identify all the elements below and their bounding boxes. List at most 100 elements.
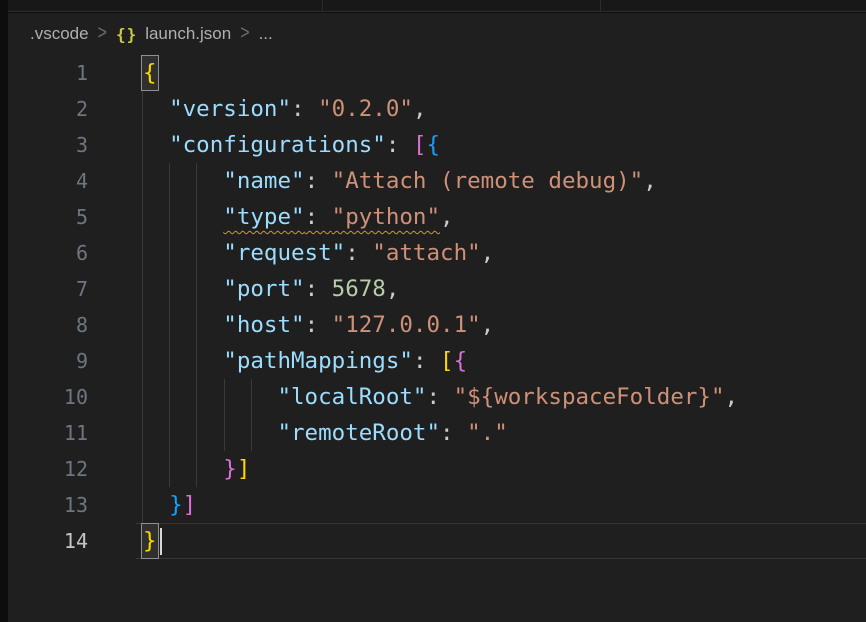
code-token (142, 312, 223, 338)
chevron-right-icon: > (240, 23, 249, 46)
line-number[interactable]: 6 (8, 235, 88, 271)
code-line[interactable]: 10 "localRoot": "${workspaceFolder}", (8, 379, 866, 415)
code-content: } (88, 523, 866, 559)
code-token: : (413, 348, 440, 374)
line-number[interactable]: 4 (8, 163, 88, 199)
line-number[interactable]: 5 (8, 199, 88, 235)
line-number[interactable]: 1 (8, 55, 88, 91)
line-number[interactable]: 14 (8, 523, 88, 559)
code-token: ] (183, 492, 197, 518)
code-token: , (481, 240, 495, 266)
line-number[interactable]: 13 (8, 487, 88, 523)
line-number[interactable]: 7 (8, 271, 88, 307)
code-content: "request": "attach", (88, 235, 866, 271)
code-token: "host" (223, 312, 304, 338)
breadcrumb: .vscode > {} launch.json > ... (8, 13, 866, 55)
code-content: "remoteRoot": "." (88, 415, 866, 451)
code-token: , (413, 96, 427, 122)
code-token (142, 492, 169, 518)
code-line[interactable]: 3 "configurations": [{ (8, 127, 866, 163)
code-token: 5678 (332, 276, 386, 302)
code-content: }] (88, 487, 866, 523)
code-token: "Attach (remote debug)" (332, 168, 644, 194)
code-token: "." (467, 420, 508, 446)
code-line[interactable]: 11 "remoteRoot": "." (8, 415, 866, 451)
code-token: "python" (332, 204, 440, 230)
code-token: { (454, 348, 468, 374)
code-token (142, 240, 223, 266)
breadcrumb-more[interactable]: ... (259, 24, 273, 44)
code-token (142, 348, 223, 374)
code-token: "name" (223, 168, 304, 194)
code-token: : (305, 312, 332, 338)
text-cursor (160, 528, 162, 555)
code-line[interactable]: 8 "host": "127.0.0.1", (8, 307, 866, 343)
code-line[interactable]: 12 }] (8, 451, 866, 487)
code-line[interactable]: 5 "type": "python", (8, 199, 866, 235)
code-token: "version" (169, 96, 291, 122)
tab-separator (322, 0, 323, 11)
breadcrumb-file[interactable]: launch.json (145, 24, 231, 44)
code-token: : (305, 276, 332, 302)
chevron-right-icon: > (98, 23, 107, 46)
code-token: } (223, 456, 237, 482)
code-token: "remoteRoot" (277, 420, 440, 446)
tab-bar (8, 0, 866, 12)
line-number[interactable]: 10 (8, 379, 88, 415)
code-token: [ (413, 132, 427, 158)
json-file-icon: {} (116, 25, 137, 44)
code-token (142, 168, 223, 194)
code-line[interactable]: 14} (8, 523, 866, 559)
code-token (142, 132, 169, 158)
code-token: "request" (223, 240, 345, 266)
code-content: "version": "0.2.0", (88, 91, 866, 127)
breadcrumb-folder[interactable]: .vscode (30, 24, 89, 44)
code-line[interactable]: 1{ (8, 55, 866, 91)
code-content: { (88, 55, 866, 91)
code-content: }] (88, 451, 866, 487)
code-token (142, 456, 223, 482)
code-token: "attach" (372, 240, 480, 266)
code-content: "localRoot": "${workspaceFolder}", (88, 379, 866, 415)
line-number[interactable]: 2 (8, 91, 88, 127)
code-token: "type" (223, 204, 304, 230)
matched-bracket: { (142, 56, 158, 90)
code-token: , (725, 384, 739, 410)
code-content: "type": "python", (88, 199, 866, 235)
code-token (142, 96, 169, 122)
code-token: , (386, 276, 400, 302)
code-token: "configurations" (169, 132, 386, 158)
code-content: "port": 5678, (88, 271, 866, 307)
code-line[interactable]: 2 "version": "0.2.0", (8, 91, 866, 127)
line-number[interactable]: 9 (8, 343, 88, 379)
line-number[interactable]: 8 (8, 307, 88, 343)
code-line[interactable]: 13 }] (8, 487, 866, 523)
code-token: : (426, 384, 453, 410)
line-number[interactable]: 11 (8, 415, 88, 451)
line-number[interactable]: 12 (8, 451, 88, 487)
code-token: : (305, 168, 332, 194)
code-line[interactable]: 7 "port": 5678, (8, 271, 866, 307)
code-token: : (345, 240, 372, 266)
line-number[interactable]: 3 (8, 127, 88, 163)
code-token: [ (440, 348, 454, 374)
code-line[interactable]: 6 "request": "attach", (8, 235, 866, 271)
code-token: { (426, 132, 440, 158)
code-token: : (440, 420, 467, 446)
code-token: , (440, 204, 454, 230)
code-token: ] (237, 456, 251, 482)
code-line[interactable]: 9 "pathMappings": [{ (8, 343, 866, 379)
code-token: "0.2.0" (318, 96, 413, 122)
code-token: : (291, 96, 318, 122)
code-token: , (481, 312, 495, 338)
code-token: : (305, 204, 332, 230)
code-content: "configurations": [{ (88, 127, 866, 163)
editor[interactable]: .vscode > {} launch.json > ... 1{2 "vers… (8, 13, 866, 622)
code-line[interactable]: 4 "name": "Attach (remote debug)", (8, 163, 866, 199)
tab-separator (600, 0, 601, 11)
code-content: "name": "Attach (remote debug)", (88, 163, 866, 199)
code-token: "127.0.0.1" (332, 312, 481, 338)
code-token: "pathMappings" (223, 348, 413, 374)
code-token (142, 384, 277, 410)
code-token: , (643, 168, 657, 194)
